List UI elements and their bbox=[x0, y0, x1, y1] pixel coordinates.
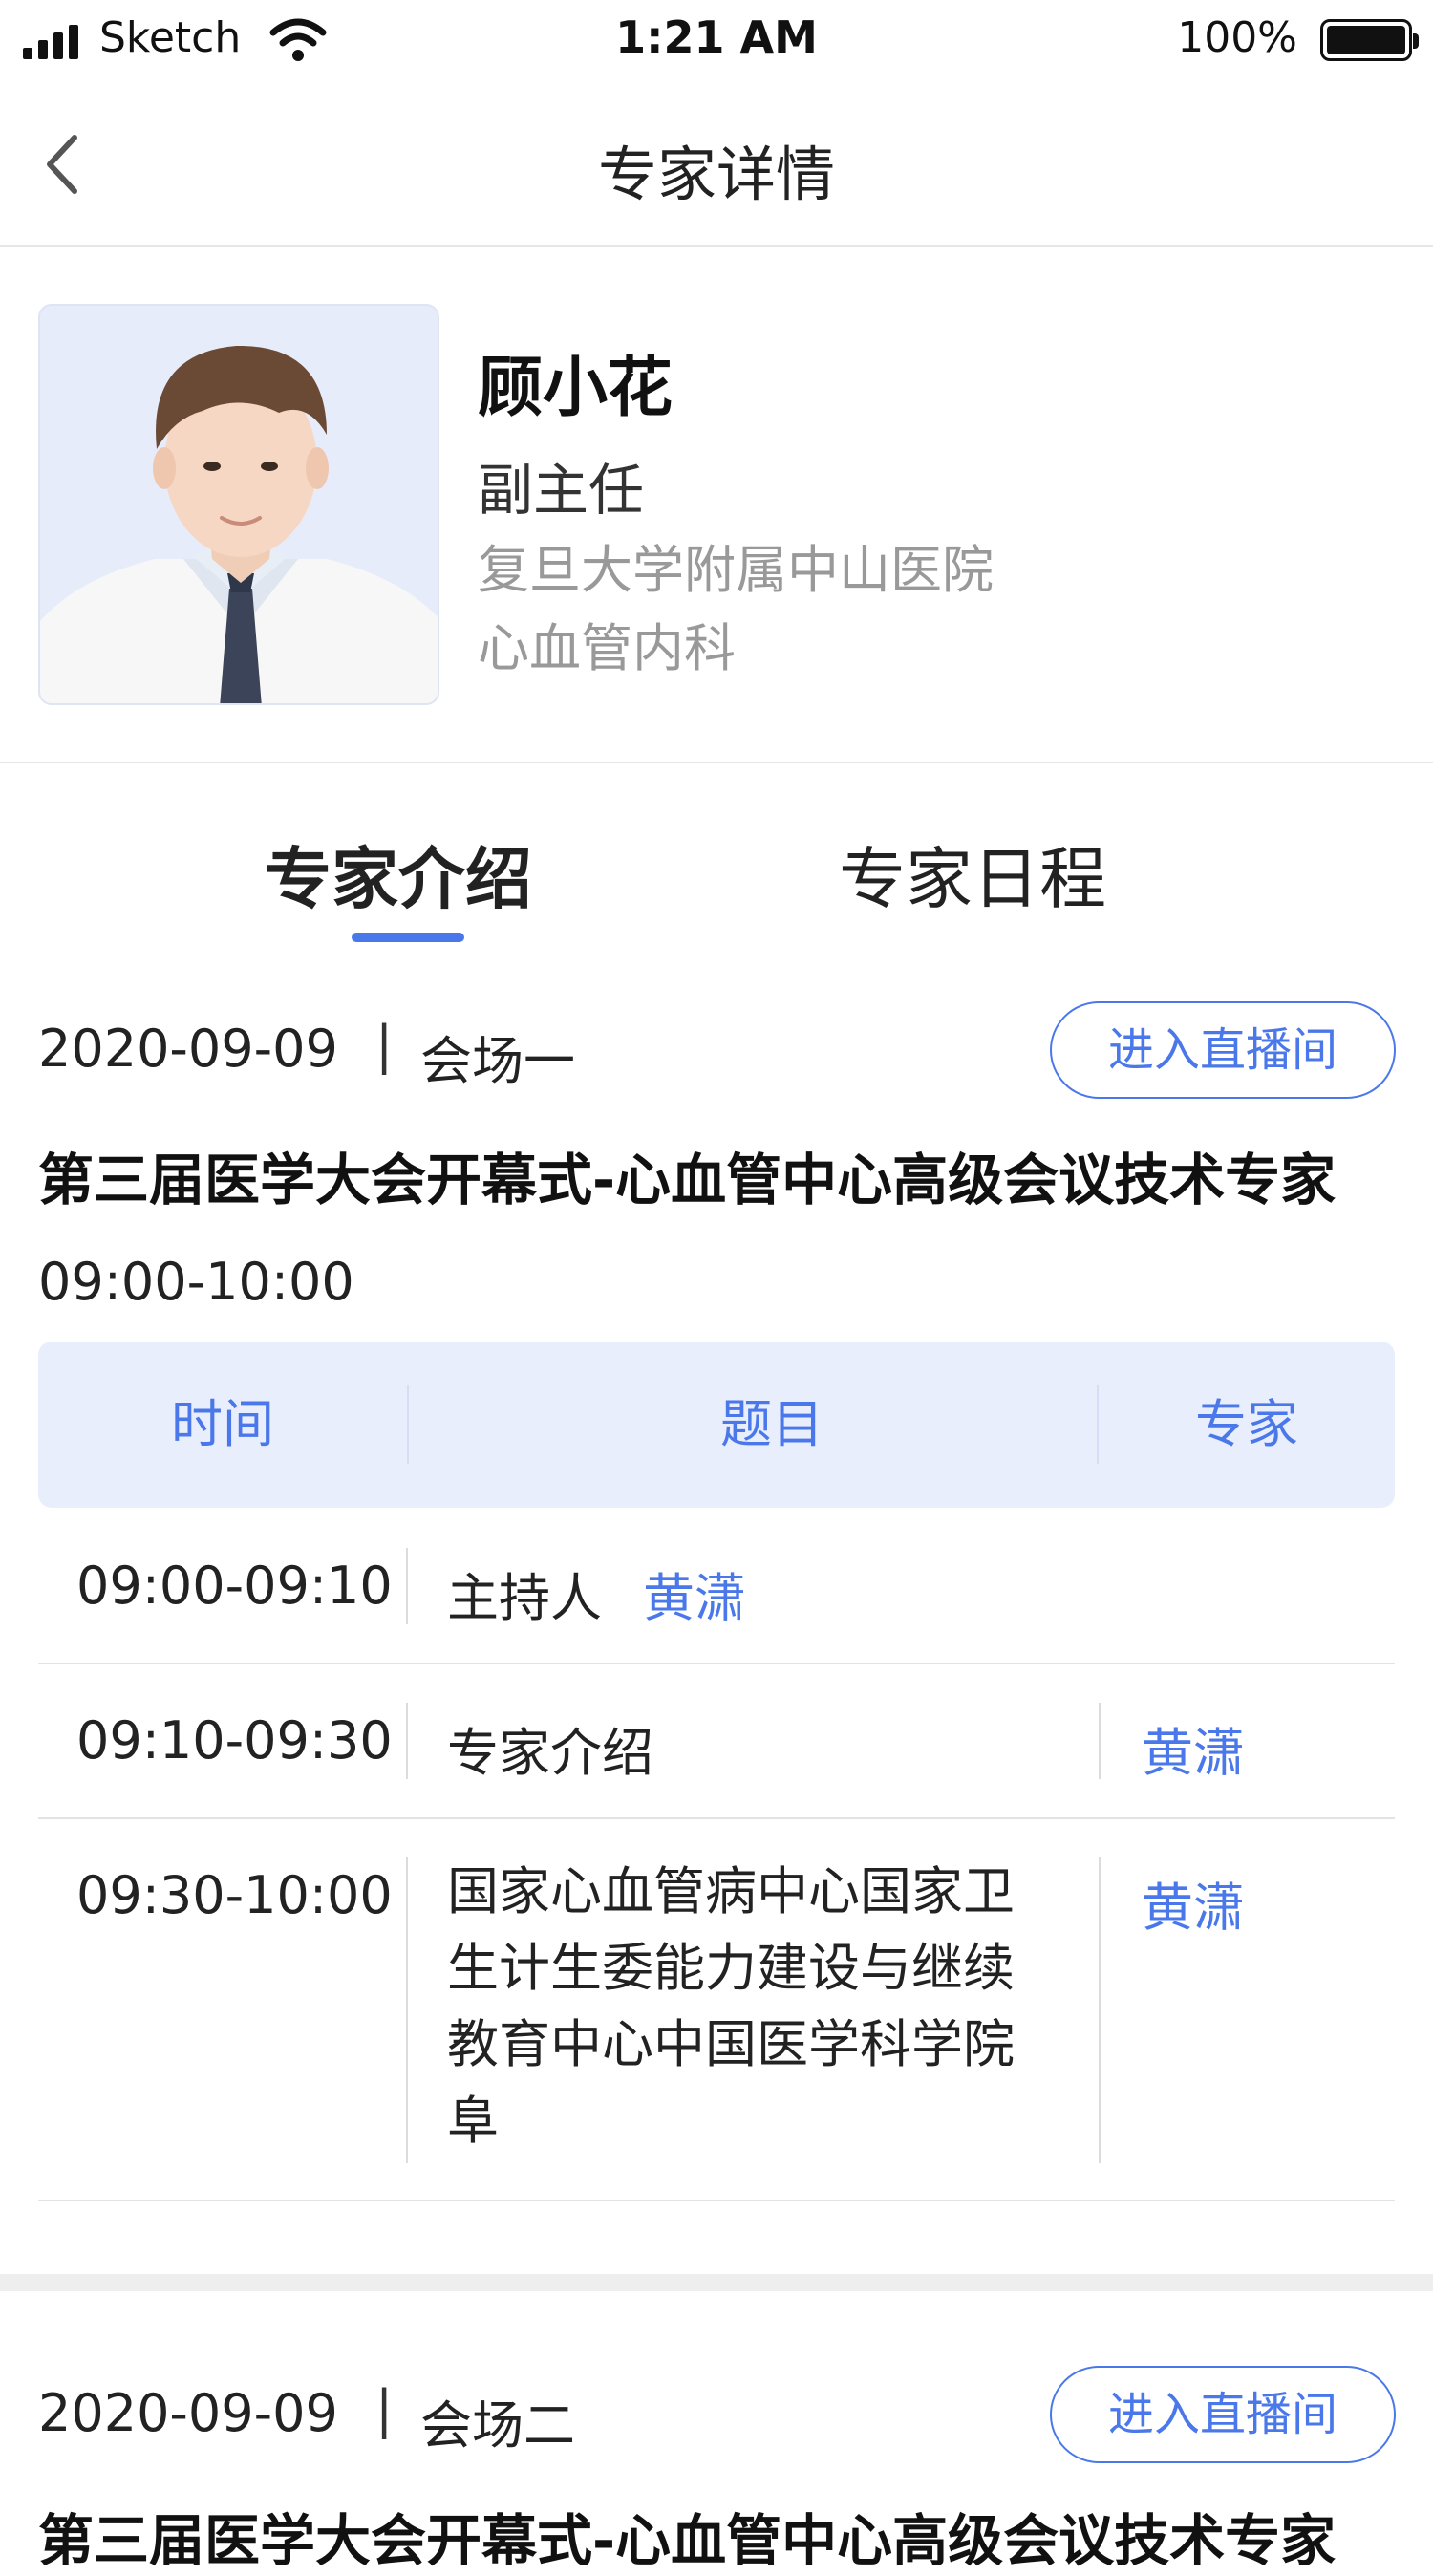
session-date: 2020-09-09 bbox=[38, 2383, 338, 2443]
status-bar: Sketch 1:21 AM 100% bbox=[0, 0, 1433, 84]
section-gap bbox=[0, 2274, 1433, 2291]
schedule-table-header: 时间 题目 专家 bbox=[38, 1342, 1395, 1508]
row-divider bbox=[1099, 1857, 1101, 2163]
enter-live-room-button[interactable]: 进入直播间 bbox=[1050, 2366, 1396, 2463]
row-time: 09:30-10:00 bbox=[76, 1865, 393, 1925]
row-topic-line: 教育中心中国医学科学院 bbox=[447, 2014, 1015, 2074]
host-name-link[interactable]: 黄潇 bbox=[643, 1556, 746, 1631]
row-divider bbox=[406, 1703, 408, 1779]
row-topic: 主持人 bbox=[447, 1568, 602, 1628]
row-topic: 国家心血管病中心国家卫 生计生委能力建设与继续 教育中心中国医学科学院 阜 bbox=[447, 1854, 1015, 2159]
session-separator: | bbox=[375, 2379, 394, 2439]
row-topic: 专家介绍 bbox=[447, 1723, 653, 1783]
battery-percentage: 100% bbox=[1177, 13, 1297, 62]
session-date: 2020-09-09 bbox=[38, 1019, 338, 1079]
row-time: 09:00-09:10 bbox=[76, 1556, 393, 1616]
navigation-bar: 专家详情 bbox=[0, 84, 1433, 247]
row-time: 09:10-09:30 bbox=[76, 1710, 393, 1771]
doctor-portrait-icon bbox=[40, 306, 438, 703]
session-separator: | bbox=[375, 1015, 394, 1075]
column-header-topic: 题目 bbox=[720, 1394, 823, 1454]
expert-department: 心血管内科 bbox=[478, 618, 736, 678]
session-title: 第三届医学大会开幕式-心血管中心高级会议技术专家 bbox=[38, 2508, 1337, 2573]
session-time: 09:00-10:00 bbox=[38, 1252, 354, 1312]
expert-position: 副主任 bbox=[478, 458, 645, 523]
tab-expert-intro[interactable]: 专家介绍 bbox=[265, 826, 532, 922]
column-header-expert: 专家 bbox=[1195, 1394, 1298, 1454]
page-title: 专家详情 bbox=[597, 140, 835, 209]
row-topic-line: 阜 bbox=[447, 2091, 499, 2151]
active-tab-indicator bbox=[352, 933, 464, 942]
expert-avatar bbox=[38, 304, 439, 705]
column-header-time: 时间 bbox=[171, 1394, 274, 1454]
expert-name-link[interactable]: 黄潇 bbox=[1142, 1865, 1245, 1941]
enter-live-room-button[interactable]: 进入直播间 bbox=[1050, 1001, 1396, 1099]
row-separator bbox=[38, 1817, 1395, 1819]
row-divider bbox=[406, 1857, 408, 2163]
expert-hospital: 复旦大学附属中山医院 bbox=[478, 540, 994, 600]
battery-icon bbox=[1320, 19, 1419, 61]
row-topic-line: 国家心血管病中心国家卫 bbox=[447, 1861, 1015, 1921]
section-divider bbox=[0, 762, 1433, 763]
session-title: 第三届医学大会开幕式-心血管中心高级会议技术专家 bbox=[38, 1148, 1337, 1213]
row-divider bbox=[1099, 1703, 1101, 1779]
row-separator bbox=[38, 1663, 1395, 1664]
expert-name-link[interactable]: 黄潇 bbox=[1142, 1710, 1245, 1786]
session-venue: 会场二 bbox=[420, 2395, 575, 2456]
tab-expert-schedule[interactable]: 专家日程 bbox=[839, 826, 1106, 922]
session-venue: 会场一 bbox=[420, 1031, 575, 1091]
row-topic-line: 生计生委能力建设与继续 bbox=[447, 1938, 1015, 1998]
row-separator bbox=[38, 2200, 1395, 2201]
expert-name: 顾小花 bbox=[478, 351, 674, 426]
row-divider bbox=[406, 1548, 408, 1624]
